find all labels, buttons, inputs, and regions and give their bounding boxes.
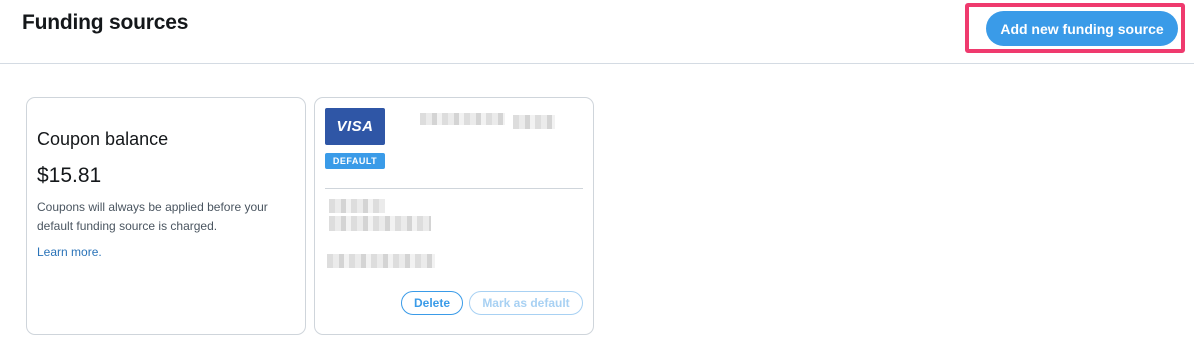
visa-card-logo: VISA <box>325 108 385 145</box>
coupon-balance-card: Coupon balance $15.81 Coupons will alway… <box>26 97 306 335</box>
coupon-description: Coupons will always be applied before yo… <box>37 200 268 233</box>
default-badge: DEFAULT <box>325 153 385 169</box>
coupon-balance-amount: $15.81 <box>37 164 102 187</box>
delete-button[interactable]: Delete <box>401 291 463 315</box>
redacted-billing-line-2 <box>329 216 431 231</box>
redacted-billing-line-3 <box>327 254 435 268</box>
card-divider <box>325 188 583 189</box>
redacted-card-number <box>420 113 505 125</box>
funding-source-card: VISA DEFAULT Delete Mark as default <box>314 97 594 335</box>
page-title: Funding sources <box>22 11 189 34</box>
page-header: Funding sources Add new funding source <box>0 0 1194 64</box>
redacted-card-number-suffix <box>513 115 555 129</box>
mark-as-default-button[interactable]: Mark as default <box>469 291 583 315</box>
add-funding-source-button[interactable]: Add new funding source <box>986 11 1178 46</box>
redacted-billing-line-1 <box>329 199 385 213</box>
learn-more-link[interactable]: Learn more. <box>37 245 102 259</box>
coupon-balance-title: Coupon balance <box>37 129 169 149</box>
